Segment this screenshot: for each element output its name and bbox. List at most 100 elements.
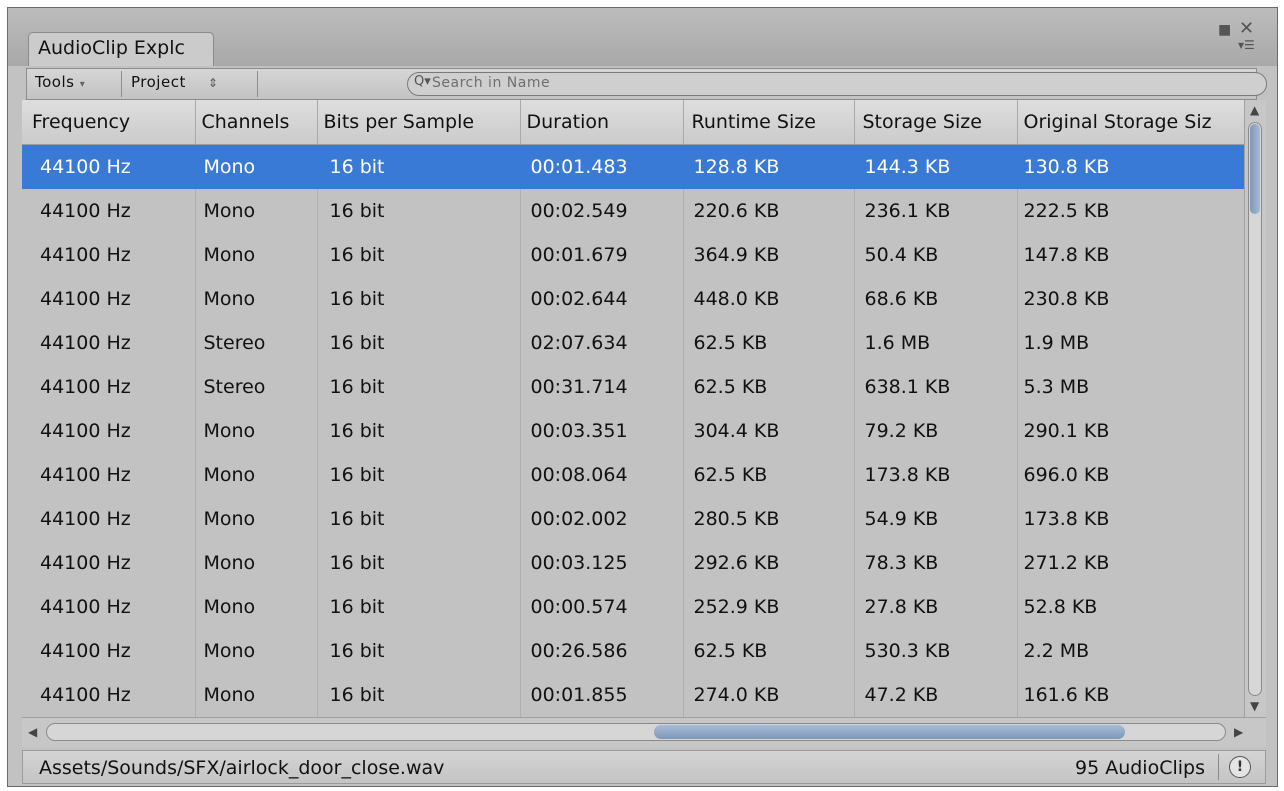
cell-storage-size: 27.8 KB	[854, 585, 1018, 629]
cell-original-storage-size: 52.8 KB	[1017, 585, 1244, 629]
search-input[interactable]: Q▾ Search in Name	[407, 72, 1267, 96]
tools-label: Tools	[35, 73, 75, 91]
table-row[interactable]: 44100 Hz Mono 16 bit 00:01.483 128.8 KB 144.3…	[22, 144, 1244, 189]
table-row[interactable]: 44100 Hz Mono 16 bit 00:02.644 448.0 KB 68.6 …	[22, 277, 1244, 321]
column-header-channels[interactable]: Channels	[195, 100, 318, 145]
cell-bits-per-sample: 16 bit	[317, 673, 521, 717]
cell-duration: 00:01.855	[520, 673, 684, 717]
column-header-original-storage-size[interactable]: Original Storage Siz	[1017, 100, 1244, 145]
cell-duration: 00:02.002	[520, 497, 684, 541]
cell-frequency: 44100 Hz	[22, 277, 196, 321]
cell-original-storage-size: 271.2 KB	[1017, 541, 1244, 585]
cell-runtime-size: 252.9 KB	[683, 585, 855, 629]
cell-storage-size: 54.9 KB	[854, 497, 1018, 541]
cell-runtime-size: 292.6 KB	[683, 541, 855, 585]
cell-frequency: 44100 Hz	[22, 629, 196, 673]
cell-channels: Mono	[195, 277, 318, 321]
cell-bits-per-sample: 16 bit	[317, 497, 521, 541]
project-label: Project	[131, 73, 186, 91]
table-row[interactable]: 44100 Hz Mono 16 bit 00:00.574 252.9 KB 27.8 …	[22, 585, 1244, 629]
cell-original-storage-size: 2.2 MB	[1017, 629, 1244, 673]
table-row[interactable]: 44100 Hz Stereo 16 bit 02:07.634 62.5 KB 1.6 …	[22, 321, 1244, 365]
cell-original-storage-size: 147.8 KB	[1017, 233, 1244, 277]
column-header-duration[interactable]: Duration	[520, 100, 684, 145]
scroll-right-icon[interactable]: ▶	[1234, 725, 1243, 739]
search-placeholder: Search in Name	[432, 75, 551, 91]
cell-duration: 00:03.351	[520, 409, 684, 453]
table-row[interactable]: 44100 Hz Mono 16 bit 00:02.549 220.6 KB 236.1…	[22, 189, 1244, 233]
cell-bits-per-sample: 16 bit	[317, 277, 521, 321]
cell-bits-per-sample: 16 bit	[317, 629, 521, 673]
cell-storage-size: 236.1 KB	[854, 189, 1018, 233]
cell-frequency: 44100 Hz	[22, 541, 196, 585]
cell-original-storage-size: 222.5 KB	[1017, 189, 1244, 233]
cell-channels: Stereo	[195, 365, 318, 409]
project-dropdown[interactable]: Project ⇕	[131, 73, 218, 91]
cell-frequency: 44100 Hz	[22, 453, 196, 497]
cell-bits-per-sample: 16 bit	[317, 365, 521, 409]
warning-icon[interactable]: !	[1229, 756, 1251, 778]
tools-dropdown[interactable]: Tools ▾	[35, 73, 85, 91]
cell-storage-size: 173.8 KB	[854, 453, 1018, 497]
close-icon[interactable]: ✕	[1239, 18, 1254, 39]
cell-frequency: 44100 Hz	[22, 673, 196, 717]
cell-original-storage-size: 130.8 KB	[1017, 144, 1244, 189]
cell-original-storage-size: 230.8 KB	[1017, 277, 1244, 321]
horizontal-scrollbar[interactable]: ◀ ▶	[22, 717, 1266, 747]
cell-storage-size: 530.3 KB	[854, 629, 1018, 673]
vertical-scroll-track[interactable]	[1248, 122, 1262, 696]
table-row[interactable]: 44100 Hz Mono 16 bit 00:03.351 304.4 KB 79.2 …	[22, 409, 1244, 453]
toolbar-divider	[257, 71, 258, 97]
cell-original-storage-size: 1.9 MB	[1017, 321, 1244, 365]
selected-asset-path: Assets/Sounds/SFX/airlock_door_close.wav	[39, 757, 445, 779]
cell-runtime-size: 62.5 KB	[683, 453, 855, 497]
horizontal-scroll-track[interactable]	[46, 723, 1226, 741]
cell-channels: Mono	[195, 497, 318, 541]
cell-channels: Mono	[195, 541, 318, 585]
cell-duration: 00:00.574	[520, 585, 684, 629]
cell-frequency: 44100 Hz	[22, 321, 196, 365]
horizontal-scroll-thumb[interactable]	[654, 725, 1125, 739]
table-row[interactable]: 44100 Hz Mono 16 bit 00:02.002 280.5 KB 54.9 …	[22, 497, 1244, 541]
vertical-scroll-thumb[interactable]	[1250, 124, 1260, 214]
cell-duration: 02:07.634	[520, 321, 684, 365]
vertical-scrollbar[interactable]: ▲ ▼	[1244, 100, 1266, 717]
cell-channels: Mono	[195, 453, 318, 497]
cell-frequency: 44100 Hz	[22, 497, 196, 541]
audioclip-explorer-window: AudioClip Explc ■ ✕ ▾☰ Tools ▾ Project ⇕ …	[7, 7, 1278, 787]
column-header-storage-size[interactable]: Storage Size	[854, 100, 1018, 145]
cell-runtime-size: 364.9 KB	[683, 233, 855, 277]
window-tab[interactable]: AudioClip Explc	[28, 32, 214, 66]
status-bar: Assets/Sounds/SFX/airlock_door_close.wav…	[22, 750, 1266, 784]
column-header-bits-per-sample[interactable]: Bits per Sample	[317, 100, 521, 145]
cell-storage-size: 79.2 KB	[854, 409, 1018, 453]
table-row[interactable]: 44100 Hz Mono 16 bit 00:26.586 62.5 KB 530.3 …	[22, 629, 1244, 673]
cell-runtime-size: 280.5 KB	[683, 497, 855, 541]
table-row[interactable]: 44100 Hz Mono 16 bit 00:03.125 292.6 KB 78.3 …	[22, 541, 1244, 585]
cell-original-storage-size: 5.3 MB	[1017, 365, 1244, 409]
table-row[interactable]: 44100 Hz Mono 16 bit 00:01.679 364.9 KB 50.4 …	[22, 233, 1244, 277]
column-header-runtime-size[interactable]: Runtime Size	[683, 100, 855, 145]
menu-icon[interactable]: ▾☰	[1238, 38, 1255, 52]
column-header-frequency[interactable]: Frequency	[22, 100, 196, 145]
table-row[interactable]: 44100 Hz Mono 16 bit 00:01.855 274.0 KB 47.2 …	[22, 673, 1244, 717]
cell-storage-size: 68.6 KB	[854, 277, 1018, 321]
cell-storage-size: 78.3 KB	[854, 541, 1018, 585]
scroll-up-icon[interactable]: ▲	[1250, 103, 1259, 117]
cell-duration: 00:03.125	[520, 541, 684, 585]
toolbar: Tools ▾ Project ⇕ Q▾ Search in Name	[26, 68, 1267, 100]
scroll-left-icon[interactable]: ◀	[28, 725, 37, 739]
maximize-icon[interactable]: ■	[1218, 22, 1231, 38]
table-row[interactable]: 44100 Hz Stereo 16 bit 00:31.714 62.5 KB 638.…	[22, 365, 1244, 409]
scroll-down-icon[interactable]: ▼	[1250, 699, 1259, 713]
table-row[interactable]: 44100 Hz Mono 16 bit 00:08.064 62.5 KB 173.8 …	[22, 453, 1244, 497]
cell-frequency: 44100 Hz	[22, 409, 196, 453]
cell-runtime-size: 304.4 KB	[683, 409, 855, 453]
cell-duration: 00:02.644	[520, 277, 684, 321]
toolbar-divider	[121, 71, 122, 97]
cell-runtime-size: 220.6 KB	[683, 189, 855, 233]
cell-storage-size: 144.3 KB	[854, 144, 1018, 189]
cell-duration: 00:01.679	[520, 233, 684, 277]
cell-original-storage-size: 161.6 KB	[1017, 673, 1244, 717]
search-icon: Q▾	[414, 74, 431, 89]
